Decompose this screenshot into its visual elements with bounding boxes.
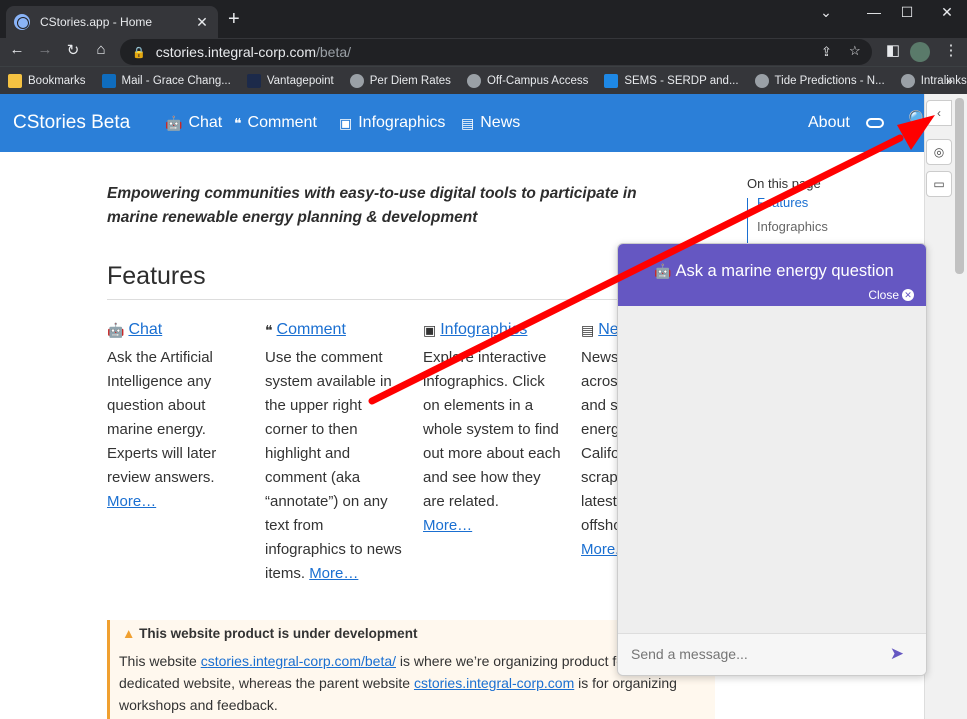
quote-icon: ❝ xyxy=(234,114,242,131)
heading-divider xyxy=(107,299,627,300)
globe-icon xyxy=(14,14,30,30)
lead-text: Empowering communities with easy-to-use … xyxy=(107,185,637,226)
table-of-contents: On this page Features Infographics xyxy=(747,176,828,248)
site-brand[interactable]: CStories Beta xyxy=(13,112,130,134)
feature-comment-more[interactable]: More… xyxy=(309,565,358,582)
quote-icon: ❝ xyxy=(265,322,273,338)
robot-icon: 🤖 xyxy=(165,114,183,131)
outlook-icon xyxy=(101,73,116,88)
toc-item-features[interactable]: Features xyxy=(747,191,828,215)
tab-close-icon[interactable]: ✕ xyxy=(194,14,210,31)
theme-toggle[interactable] xyxy=(866,118,884,128)
feature-chat: 🤖 Chat Ask the Artificial Intelligence an… xyxy=(107,318,247,514)
traffic-cone-icon: ▲ xyxy=(122,626,136,641)
window-close-button[interactable]: ✕ xyxy=(932,4,962,21)
browser-menu-icon[interactable]: ⋮ xyxy=(940,41,962,59)
feature-news-link[interactable]: Ne xyxy=(598,318,618,342)
newspaper-icon: ▤ xyxy=(581,322,595,338)
feature-comment-body: Use the comment system available in the … xyxy=(265,349,402,582)
new-note-icon[interactable]: ▭ xyxy=(926,171,952,197)
bookmarks-overflow-icon[interactable]: » xyxy=(946,73,953,88)
globe-icon xyxy=(466,73,481,88)
bookmark-item[interactable]: Per Diem Rates xyxy=(349,73,451,88)
bookmark-item[interactable]: SEMS - SERDP and... xyxy=(604,73,739,88)
feature-news: ▤ Ne News across and s energ Califo scrap… xyxy=(581,318,621,562)
bookmark-item[interactable]: Mail - Grace Chang... xyxy=(101,73,231,88)
tab-search-icon[interactable]: ⌄ xyxy=(811,4,841,21)
feature-chat-more[interactable]: More… xyxy=(107,493,156,510)
folder-icon xyxy=(8,73,22,88)
feature-news-body: News across and s energ Califo scrap lat… xyxy=(581,349,621,534)
chat-header: 🤖 Ask a marine energy question Close ✕ xyxy=(618,244,926,306)
feature-infographics-link[interactable]: Infographics xyxy=(440,318,527,342)
globe-icon xyxy=(754,73,769,88)
reload-icon[interactable]: ↻ xyxy=(62,41,84,59)
feature-chat-body: Ask the Artificial Intelligence any ques… xyxy=(107,349,217,486)
share-icon[interactable]: ⇪ xyxy=(821,44,832,60)
toc-title: On this page xyxy=(747,176,821,191)
bookmark-item[interactable]: Intralinks VIA xyxy=(900,73,967,88)
feature-infographics: ▣ Infographics Explore interactive infogr… xyxy=(423,318,563,538)
home-icon[interactable]: ⌂ xyxy=(90,41,112,58)
feature-infographics-body: Explore interactive infographics. Click … xyxy=(423,349,561,510)
minimize-button[interactable]: — xyxy=(859,4,889,20)
feature-comment: ❝ Comment Use the comment system availabl… xyxy=(265,318,405,586)
address-bar[interactable]: 🔒 cstories.integral-corp.com/beta/ ⇪ ☆ xyxy=(120,39,872,65)
bookmark-item[interactable]: Bookmarks xyxy=(8,73,86,88)
scrollbar[interactable] xyxy=(952,94,967,719)
features-heading: Features xyxy=(107,262,206,290)
beta-site-link[interactable]: cstories.integral-corp.com/beta/ xyxy=(201,653,396,669)
chat-input-bar: ➤ xyxy=(618,633,926,675)
tab-title: CStories.app - Home xyxy=(40,15,153,29)
bookmark-star-icon[interactable]: ☆ xyxy=(849,43,861,59)
chat-close-button[interactable]: Close ✕ xyxy=(868,288,914,302)
browser-tab[interactable]: CStories.app - Home ✕ xyxy=(6,6,218,38)
nav-comment[interactable]: ❝ Comment xyxy=(234,114,317,132)
scrollbar-thumb[interactable] xyxy=(955,98,964,274)
toc-active-bar xyxy=(747,198,748,248)
image-icon: ▣ xyxy=(339,114,353,131)
globe-icon xyxy=(900,73,915,88)
side-panel-icon[interactable]: ◧ xyxy=(882,41,904,59)
send-icon[interactable]: ➤ xyxy=(890,644,904,664)
robot-icon: 🤖 xyxy=(654,263,672,279)
nav-about[interactable]: About xyxy=(808,114,850,132)
toc-item-infographics[interactable]: Infographics xyxy=(747,215,828,239)
vantagepoint-icon xyxy=(246,73,261,88)
new-tab-button[interactable]: + xyxy=(228,8,240,30)
bookmarks-bar: Bookmarks Mail - Grace Chang... Vantagep… xyxy=(0,66,967,94)
bookmark-item[interactable]: Off-Campus Access xyxy=(466,73,588,88)
lock-icon: 🔒 xyxy=(132,46,146,59)
feature-chat-link[interactable]: Chat xyxy=(128,318,162,342)
feature-comment-link[interactable]: Comment xyxy=(277,318,346,342)
nav-chat[interactable]: 🤖 Chat xyxy=(165,114,222,132)
sems-icon xyxy=(604,73,619,88)
collapse-sidebar-icon[interactable]: ‹ xyxy=(926,100,952,126)
chat-widget: 🤖Ask a marine energy question Close✕ ➤ xyxy=(617,243,927,676)
globe-icon xyxy=(349,73,364,88)
close-icon: ✕ xyxy=(902,289,914,301)
chat-title: 🤖 Ask a marine energy question xyxy=(654,262,894,280)
nav-infographics[interactable]: ▣ Infographics xyxy=(339,114,445,132)
site-navbar: CStories Beta 🤖 Chat ❝ Comment ▣ Infographi… xyxy=(0,94,935,152)
parent-site-link[interactable]: cstories.integral-corp.com xyxy=(414,675,574,691)
feature-news-more[interactable]: More. xyxy=(581,541,619,558)
notice-heading: ▲ This website product is under developm… xyxy=(122,626,418,641)
bookmark-item[interactable]: Vantagepoint xyxy=(246,73,334,88)
maximize-button[interactable]: ☐ xyxy=(892,4,922,21)
newspaper-icon: ▤ xyxy=(461,114,475,131)
hide-highlights-icon[interactable]: ◎ xyxy=(926,139,952,165)
forward-icon[interactable]: → xyxy=(34,41,56,58)
robot-icon: 🤖 xyxy=(107,322,125,338)
image-icon: ▣ xyxy=(423,322,437,338)
browser-toolbar: ← → ↻ ⌂ 🔒 cstories.integral-corp.com/bet… xyxy=(0,38,967,66)
bookmark-item[interactable]: Tide Predictions - N... xyxy=(754,73,885,88)
chat-message-input[interactable] xyxy=(631,646,871,662)
profile-avatar[interactable] xyxy=(910,42,930,62)
browser-titlebar: CStories.app - Home ✕ + ⌄ — ☐ ✕ xyxy=(0,0,967,38)
feature-infographics-more[interactable]: More… xyxy=(423,517,472,534)
back-icon[interactable]: ← xyxy=(6,41,28,58)
url-text: cstories.integral-corp.com/beta/ xyxy=(155,44,352,60)
nav-news[interactable]: ▤ News xyxy=(461,114,520,132)
